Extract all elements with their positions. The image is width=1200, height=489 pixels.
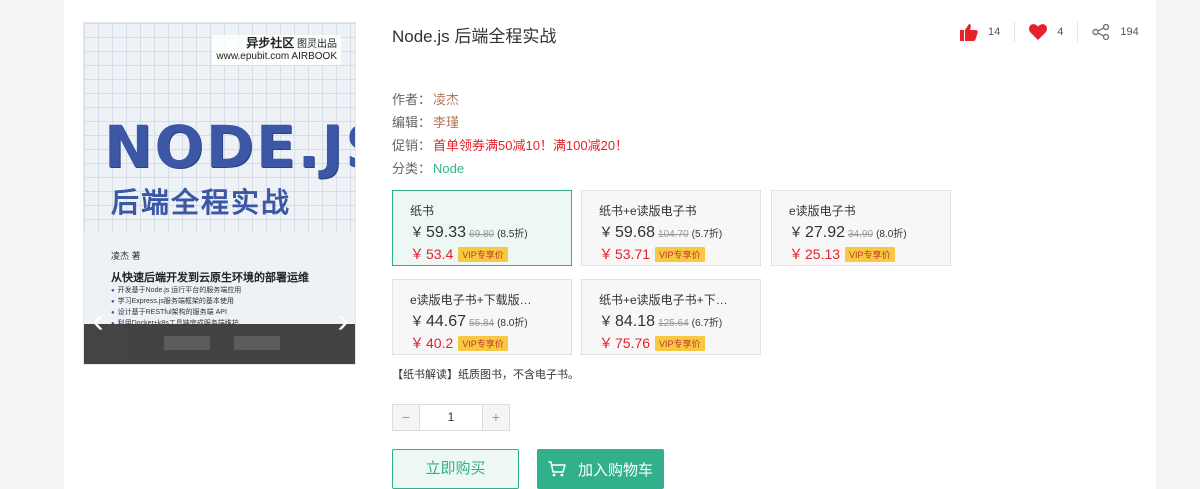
edition-option[interactable]: e读版电子书+下载版… ￥ 44.67 55.84 (8.0折) ￥ 40.2 VIP专享… — [392, 279, 572, 355]
cover-bullet: 学习Express.js服务端框架的基本使用 — [111, 296, 241, 307]
favorite-button[interactable]: 4 — [1014, 22, 1077, 42]
favorite-count: 4 — [1057, 26, 1064, 38]
social-stats: 14 4 194 — [946, 20, 1153, 44]
author-link[interactable]: 凌杰 — [433, 88, 459, 111]
publisher-logo-icon — [164, 336, 210, 350]
cover-prev-arrow-icon[interactable]: ‹ — [86, 301, 110, 341]
cover-next-arrow-icon[interactable]: › — [331, 301, 355, 341]
buy-now-button[interactable]: 立即购买 — [392, 449, 519, 489]
meta-editor-row: 编辑： 李瑾 — [392, 111, 628, 134]
edition-note: 【纸书解读】纸质图书，不含电子书。 — [392, 369, 579, 381]
category-link[interactable]: Node — [433, 157, 464, 180]
share-icon — [1092, 24, 1110, 40]
edition-option[interactable]: e读版电子书 ￥ 27.92 34.90 (8.0折) ￥ 25.13 VIP专享价 — [771, 190, 951, 266]
promo-text: 首单领券满50减10！满100减20！ — [433, 138, 629, 153]
vip-badge: VIP专享价 — [458, 246, 508, 262]
quantity-input[interactable]: 1 — [419, 405, 483, 430]
meta-promo-row: 促销： 首单领券满50减10！满100减20！ — [392, 134, 628, 157]
vip-badge: VIP专享价 — [655, 335, 705, 351]
heart-icon — [1029, 24, 1048, 40]
edition-option[interactable]: 纸书 ￥ 59.33 69.80 (8.5折) ￥ 53.4 VIP专享价 — [392, 190, 572, 266]
editor-link[interactable]: 李瑾 — [433, 111, 459, 134]
share-count: 194 — [1120, 26, 1139, 38]
edition-option[interactable]: 纸书+e读版电子书+下… ￥ 84.18 125.64 (6.7折) ￥ 75.76 VI… — [581, 279, 761, 355]
cover-footer-bar — [84, 324, 355, 364]
like-button[interactable]: 14 — [946, 22, 1014, 42]
like-count: 14 — [988, 26, 1001, 38]
cover-bullet: 设计基于RESTful架构的服务端 API — [111, 307, 241, 318]
edition-option[interactable]: 纸书+e读版电子书 ￥ 59.68 104.70 (5.7折) ￥ 53.71 VIP专享… — [581, 190, 761, 266]
cover-slogan: 从快速后端开发到云原生环境的部署运维 — [111, 272, 309, 284]
cover-bullets: 开发基于Node.js 运行平台的服务端应用 学习Express.js服务端框架… — [111, 285, 242, 329]
cart-icon — [548, 461, 566, 477]
meta-category-row: 分类： Node — [392, 157, 628, 180]
cover-author: 凌杰 著 — [111, 251, 141, 261]
add-to-cart-button[interactable]: 加入购物车 — [537, 449, 664, 489]
vip-badge: VIP专享价 — [655, 246, 705, 262]
cover-bullet: 开发基于Node.js 运行平台的服务端应用 — [111, 285, 242, 296]
share-button[interactable]: 194 — [1077, 22, 1152, 42]
vip-badge: VIP专享价 — [458, 335, 508, 351]
quantity-stepper: − 1 + — [392, 404, 510, 431]
add-to-cart-label: 加入购物车 — [577, 461, 653, 479]
vip-badge: VIP专享价 — [845, 246, 895, 262]
cover-title: NODE.JS — [104, 113, 355, 181]
book-title: Node.js 后端全程实战 — [392, 27, 557, 46]
quantity-decrease-button[interactable]: − — [393, 405, 419, 430]
book-meta: 作者： 凌杰 编辑： 李瑾 促销： 首单领券满50减10！满100减20！ 分类… — [392, 88, 628, 180]
publisher-logo-icon — [234, 336, 280, 350]
thumbs-up-icon — [960, 23, 978, 41]
quantity-increase-button[interactable]: + — [483, 405, 509, 430]
book-cover: 异步社区 图灵出品 www.epubit.com AIRBOOK NODE.JS… — [83, 22, 356, 365]
meta-author-row: 作者： 凌杰 — [392, 88, 628, 111]
publisher-logo: 异步社区 图灵出品 www.epubit.com AIRBOOK — [212, 35, 341, 65]
cover-subtitle: 后端全程实战 — [111, 187, 292, 218]
